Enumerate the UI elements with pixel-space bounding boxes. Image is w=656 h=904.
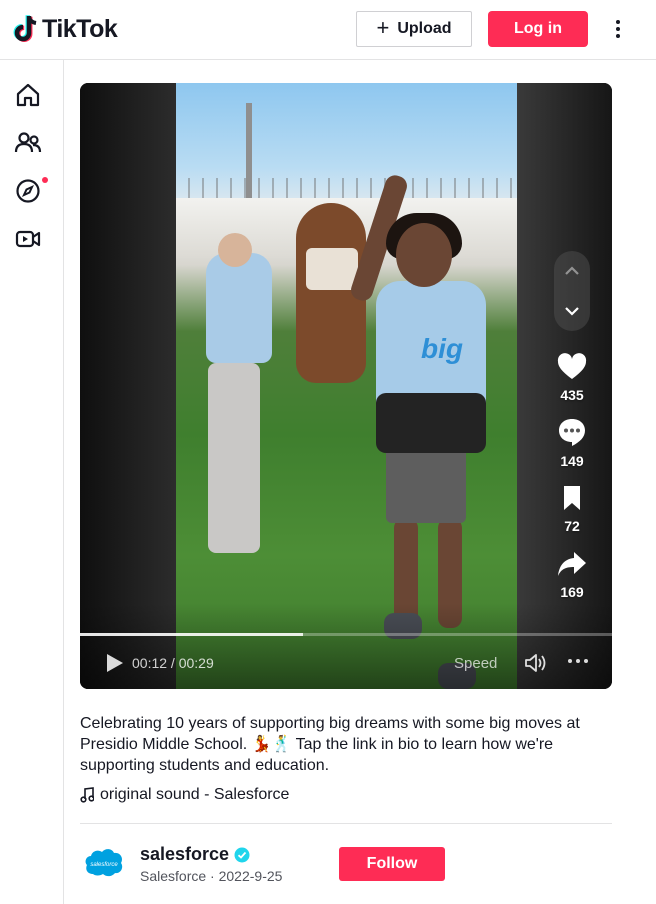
video-caption: Celebrating 10 years of supporting big d… [80,715,580,774]
author-handle-text: salesforce [140,844,230,864]
live-video-icon [15,230,41,248]
more-options-icon[interactable] [606,17,630,41]
logo-text: TikTok [42,14,118,43]
home-icon [16,83,40,107]
chevron-down-icon [565,307,579,316]
video-player[interactable]: big 435 149 72 169 00:12 / 00:29 Speed [80,83,612,689]
sidebar-item-following[interactable] [12,127,44,159]
sidebar [0,60,64,904]
tiktok-logo-icon [13,15,37,43]
music-label: original sound - Salesforce [100,786,290,803]
comment-icon [559,419,585,446]
share-count: 169 [560,584,584,600]
upload-label: Upload [397,20,452,37]
volume-icon[interactable] [524,653,548,673]
comment-count: 149 [560,453,584,469]
notification-dot [42,177,48,183]
avatar-text: salesforce [90,862,118,868]
video-nav-arrows [554,251,590,331]
chevron-up-icon [565,266,579,275]
compass-icon [16,179,40,203]
share-button[interactable]: 169 [548,550,596,600]
login-button[interactable]: Log in [488,11,588,47]
people-icon [14,132,42,153]
video-time: 00:12 / 00:29 [132,655,214,671]
verified-badge-icon [234,847,250,862]
video-frame: big [176,83,517,689]
divider [80,823,612,824]
video-more-options-icon[interactable] [568,659,592,667]
share-icon [558,552,586,576]
author-meta: Salesforce · 2022-9-25 [140,868,282,884]
top-header: TikTok + Upload Log in [0,0,656,60]
save-count: 72 [564,518,580,534]
heart-icon [557,353,587,379]
sidebar-item-home[interactable] [12,79,44,111]
meta-separator: · [210,868,219,884]
author-display-name: Salesforce [140,868,207,884]
bookmark-icon [564,486,580,510]
play-icon[interactable] [102,651,126,675]
save-button[interactable]: 72 [548,484,596,534]
sidebar-item-live[interactable] [12,223,44,255]
like-button[interactable]: 435 [548,353,596,403]
next-video-button[interactable] [554,291,590,331]
sidebar-item-explore[interactable] [12,175,48,207]
video-controls: 00:12 / 00:29 Speed [80,649,612,677]
comment-button[interactable]: 149 [548,417,596,469]
speed-button[interactable]: Speed [454,655,497,672]
video-progress-bar[interactable] [80,633,612,636]
like-count: 435 [560,387,584,403]
author-handle[interactable]: salesforce [140,844,250,865]
music-note-icon [80,787,94,803]
upload-button[interactable]: + Upload [356,11,472,47]
video-blur-left [80,83,176,689]
follow-button[interactable]: Follow [339,847,445,881]
music-link[interactable]: original sound - Salesforce [80,786,289,804]
post-date: 2022-9-25 [218,868,283,884]
previous-video-button[interactable] [554,251,590,291]
video-progress-fill [80,633,304,636]
tiktok-logo[interactable]: TikTok [12,14,118,44]
plus-icon: + [376,15,390,40]
salesforce-avatar[interactable]: salesforce [84,846,124,882]
